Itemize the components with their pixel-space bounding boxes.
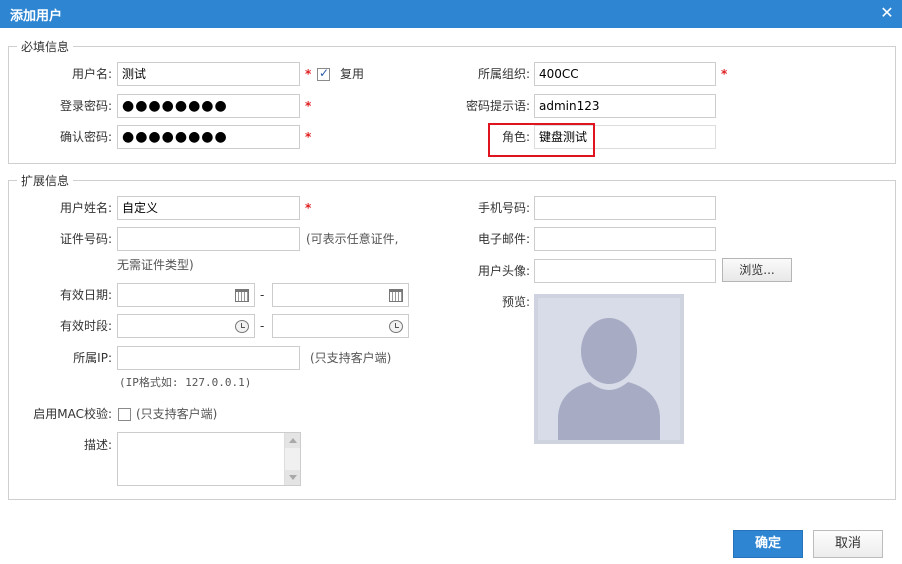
valid-time-label: 有效时段: <box>59 319 112 333</box>
ok-button[interactable]: 确定 <box>733 530 803 558</box>
clock-icon[interactable] <box>235 320 249 333</box>
ip-format-hint: (IP格式如: 127.0.0.1) <box>119 376 252 389</box>
username-label: 用户名: <box>71 67 112 81</box>
id-number-hint-2: 无需证件类型) <box>117 258 194 272</box>
mac-checkbox[interactable] <box>118 408 131 421</box>
dialog-body: 必填信息 扩展信息 用户名: 测试 * 复用 登录密码: ●●●●●●●● * … <box>0 28 902 564</box>
description-scrollbar[interactable] <box>284 433 300 485</box>
calendar-icon[interactable] <box>235 289 249 302</box>
avatar-file-input[interactable] <box>534 259 716 283</box>
date-range-dash: - <box>260 288 265 302</box>
valid-date-end-input[interactable] <box>272 283 409 307</box>
email-input[interactable] <box>534 227 716 251</box>
reuse-checkbox[interactable] <box>317 66 330 81</box>
required-star: * <box>305 201 312 215</box>
dialog-title: 添加用户 <box>10 9 63 24</box>
ip-client-hint: (只支持客户端) <box>310 351 392 365</box>
description-label: 描述: <box>83 438 112 452</box>
id-number-hint: (可表示任意证件, <box>306 232 399 246</box>
valid-time-start-input[interactable] <box>117 314 255 338</box>
time-range-dash: - <box>260 319 265 333</box>
avatar-placeholder-icon <box>558 318 660 440</box>
password-input[interactable]: ●●●●●●●● <box>117 94 300 118</box>
organization-input[interactable]: 400CC <box>534 62 716 86</box>
mac-client-hint: (只支持客户端) <box>136 407 218 421</box>
dialog-titlebar: 添加用户 ✕ <box>0 0 902 28</box>
required-star: * <box>305 130 312 144</box>
ip-label: 所属IP: <box>73 351 112 365</box>
password-hint-label: 密码提示语: <box>465 99 530 113</box>
realname-label: 用户姓名: <box>59 201 112 215</box>
email-label: 电子邮件: <box>477 232 530 246</box>
valid-date-start-input[interactable] <box>117 283 255 307</box>
id-number-input[interactable] <box>117 227 300 251</box>
required-star: * <box>305 99 312 113</box>
preview-label: 预览: <box>501 295 530 309</box>
ip-input[interactable] <box>117 346 300 370</box>
avatar-label: 用户头像: <box>477 264 530 278</box>
required-star: * <box>721 67 728 81</box>
role-highlight-box <box>488 123 595 157</box>
reuse-label: 复用 <box>340 67 365 81</box>
confirm-password-input[interactable]: ●●●●●●●● <box>117 125 300 149</box>
close-icon[interactable]: ✕ <box>878 4 896 22</box>
scroll-up-icon[interactable] <box>285 433 300 448</box>
valid-date-label: 有效日期: <box>59 288 112 302</box>
clock-icon[interactable] <box>389 320 403 333</box>
calendar-icon[interactable] <box>389 289 403 302</box>
avatar-preview <box>534 294 684 444</box>
mobile-input[interactable] <box>534 196 716 220</box>
description-textarea[interactable] <box>117 432 301 486</box>
id-number-label: 证件号码: <box>59 232 112 246</box>
cancel-button[interactable]: 取消 <box>813 530 883 558</box>
extended-info-legend: 扩展信息 <box>21 174 70 188</box>
required-info-legend: 必填信息 <box>21 40 70 54</box>
organization-label: 所属组织: <box>477 67 530 81</box>
scroll-down-icon[interactable] <box>285 470 300 485</box>
confirm-password-label: 确认密码: <box>59 130 112 144</box>
mobile-label: 手机号码: <box>477 201 530 215</box>
password-hint-input[interactable]: admin123 <box>534 94 716 118</box>
password-label: 登录密码: <box>59 99 112 113</box>
browse-button[interactable]: 浏览... <box>722 258 792 282</box>
mac-label: 启用MAC校验: <box>33 407 112 421</box>
required-star: * <box>305 67 312 81</box>
username-input[interactable]: 测试 <box>117 62 300 86</box>
valid-time-end-input[interactable] <box>272 314 409 338</box>
realname-input[interactable]: 自定义 <box>117 196 300 220</box>
